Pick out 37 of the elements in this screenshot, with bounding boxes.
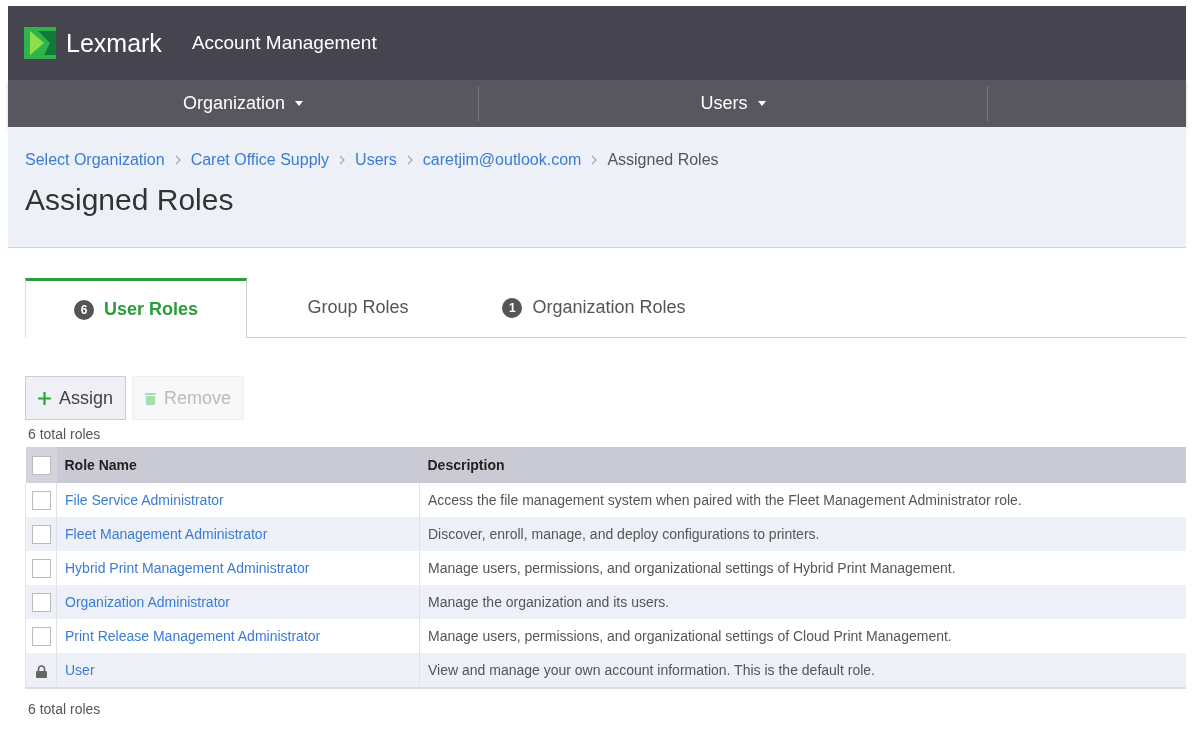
- count-badge: 1: [502, 297, 523, 318]
- logo-icon: [24, 27, 56, 59]
- column-header[interactable]: Role Name: [56, 447, 420, 483]
- role-link[interactable]: Print Release Management Administrator: [65, 628, 321, 644]
- role-link[interactable]: File Service Administrator: [65, 492, 224, 508]
- breadcrumb-link[interactable]: Users: [355, 151, 397, 169]
- breadcrumb-current: Assigned Roles: [607, 151, 719, 169]
- nav-menu[interactable]: Users: [694, 92, 772, 115]
- total-count: 6 total roles: [28, 426, 102, 442]
- role-link[interactable]: User: [65, 662, 95, 678]
- tab[interactable]: 6 User Roles: [25, 278, 247, 338]
- plus-icon: [38, 391, 51, 405]
- column-header[interactable]: Description: [419, 447, 1186, 483]
- caret-icon: [295, 101, 304, 106]
- breadcrumb-link[interactable]: Caret Office Supply: [190, 151, 330, 169]
- breadcrumb-link[interactable]: caretjim@outlook.com: [422, 151, 582, 169]
- nav-menu[interactable]: Organization: [176, 92, 310, 115]
- page-title: Assigned Roles: [25, 183, 235, 217]
- caret-icon: [757, 101, 766, 106]
- row-checkbox[interactable]: [31, 524, 51, 544]
- breadcrumb-link[interactable]: Select Organization: [25, 151, 165, 169]
- row-checkbox[interactable]: [31, 490, 51, 510]
- row-checkbox[interactable]: [31, 592, 51, 612]
- role-link[interactable]: Hybrid Print Management Administrator: [65, 560, 310, 576]
- assign-button[interactable]: Assign: [25, 376, 127, 420]
- row-checkbox[interactable]: [31, 558, 51, 578]
- total-count: 6 total roles: [28, 701, 102, 717]
- trash-icon: [145, 391, 157, 405]
- select-all-checkbox[interactable]: [31, 455, 51, 475]
- row-checkbox[interactable]: [31, 626, 51, 646]
- count-badge: 6: [73, 299, 94, 320]
- table-cell: View and manage your own account information. This is the default role.: [419, 653, 1186, 688]
- lock-icon: [35, 664, 47, 678]
- brand-name: Lexmark: [66, 28, 162, 58]
- table-cell: Discover, enroll, manage, and deploy configurations to printers.: [419, 517, 1186, 551]
- table-cell: Manage the organization and its users.: [419, 585, 1186, 619]
- app-title: Account Management: [191, 32, 377, 54]
